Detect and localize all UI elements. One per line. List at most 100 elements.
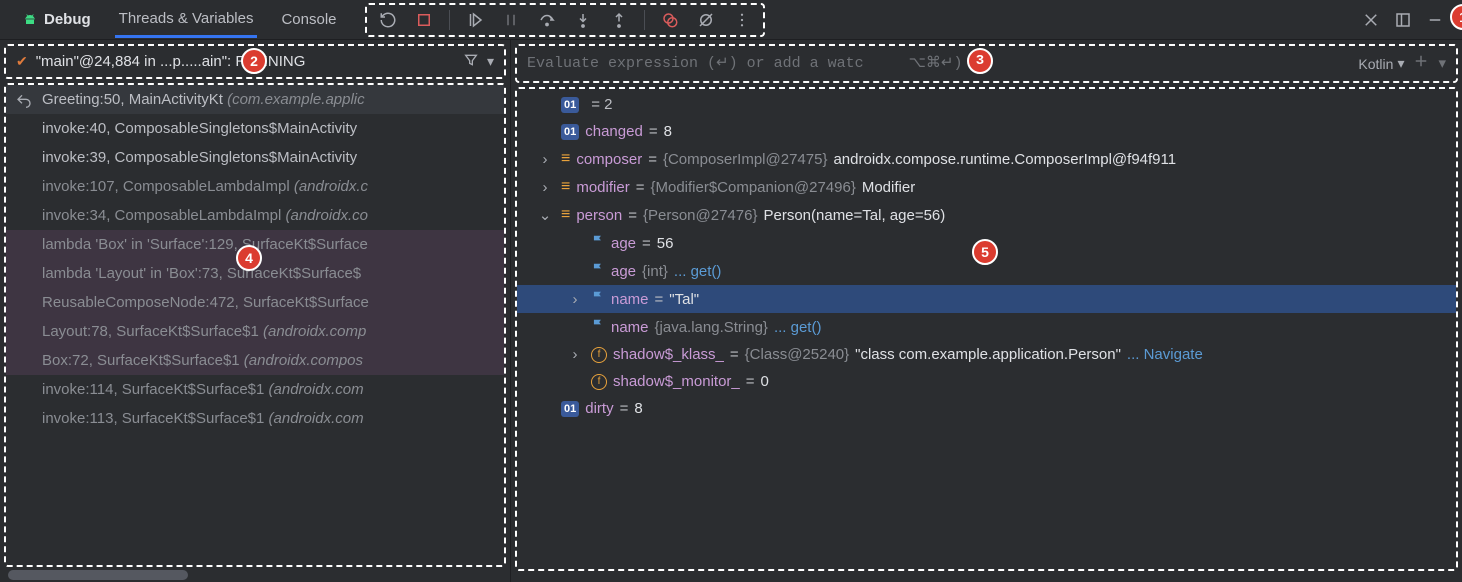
- variable-name: person: [576, 207, 622, 224]
- layout-icon[interactable]: [1392, 9, 1414, 31]
- variable-object-id: {Class@25240}: [745, 346, 849, 363]
- callout-2: 2: [241, 48, 267, 74]
- expand-icon[interactable]: ›: [537, 179, 553, 196]
- variable-name: name: [611, 291, 649, 308]
- frame-package: (androidx.compos: [244, 352, 363, 369]
- callout-4: 4: [236, 245, 262, 271]
- thread-selector[interactable]: ✔ "main"@24,884 in ...p.....ain": RUNNIN…: [4, 44, 506, 79]
- chevron-down-icon[interactable]: ▾: [487, 53, 494, 70]
- variable-type-hint: {int}: [642, 263, 668, 280]
- frame-package: (androidx.com: [269, 381, 364, 398]
- top-bar: Debug Threads & Variables Console 1: [0, 0, 1462, 40]
- expand-icon[interactable]: ›: [567, 291, 583, 308]
- frame-location: invoke:114, SurfaceKt$Surface$1: [42, 381, 269, 398]
- tab-threads-variables[interactable]: Threads & Variables: [115, 2, 258, 38]
- variable-value: 8: [634, 400, 642, 417]
- frame-location: ReusableComposeNode:472, SurfaceKt$Surfa…: [42, 294, 369, 311]
- variable-type-hint: {java.lang.String}: [655, 319, 768, 336]
- equals-sign: =: [730, 346, 739, 363]
- stack-frame[interactable]: Greeting:50, MainActivityKt (com.example…: [6, 85, 504, 114]
- variable-row[interactable]: f shadow$_monitor_ = 0: [517, 368, 1456, 395]
- field-flag-icon: [591, 318, 605, 336]
- field-flag-icon: [591, 234, 605, 252]
- variable-row[interactable]: ⌄ person = {Person@27476} Person(name=Ta…: [517, 201, 1456, 229]
- stack-frame[interactable]: Box:72, SurfaceKt$Surface$1 (androidx.co…: [6, 346, 504, 375]
- equals-sign: =: [620, 400, 629, 417]
- variable-value: 56: [657, 235, 674, 252]
- filter-icon[interactable]: [463, 52, 479, 71]
- stop-icon[interactable]: [413, 9, 435, 31]
- close-icon[interactable]: [1360, 9, 1382, 31]
- equals-sign: =: [746, 373, 755, 390]
- resume-icon[interactable]: [464, 9, 486, 31]
- step-over-icon[interactable]: [536, 9, 558, 31]
- minimize-icon[interactable]: [1424, 9, 1446, 31]
- variable-row[interactable]: › modifier = {Modifier$Companion@27496} …: [517, 173, 1456, 201]
- chevron-down-icon: ▾: [1397, 55, 1404, 72]
- variable-value: "class com.example.application.Person": [855, 346, 1121, 363]
- drop-frame-icon[interactable]: [16, 92, 32, 112]
- frame-location: invoke:113, SurfaceKt$Surface$1: [42, 410, 269, 427]
- frame-package: (androidx.comp: [263, 323, 366, 340]
- stack-frame[interactable]: invoke:114, SurfaceKt$Surface$1 (android…: [6, 375, 504, 404]
- stack-frame[interactable]: ReusableComposeNode:472, SurfaceKt$Surfa…: [6, 288, 504, 317]
- add-watch-icon[interactable]: [1412, 52, 1430, 75]
- stack-frame[interactable]: invoke:39, ComposableSingletons$MainActi…: [6, 143, 504, 172]
- equals-sign: =: [642, 235, 651, 252]
- callout-5: 5: [972, 239, 998, 265]
- primitive-icon: 01: [561, 401, 579, 417]
- evaluate-expression-bar[interactable]: Kotlin ▾ ▾ 3: [515, 44, 1458, 83]
- variable-row[interactable]: ›f shadow$_klass_ = {Class@25240} "class…: [517, 341, 1456, 368]
- language-label: Kotlin: [1358, 56, 1393, 72]
- step-out-icon[interactable]: [608, 9, 630, 31]
- language-selector[interactable]: Kotlin ▾: [1358, 55, 1404, 72]
- expand-icon[interactable]: ›: [567, 346, 583, 363]
- expand-icon[interactable]: ›: [537, 151, 553, 168]
- mute-breakpoints-icon[interactable]: [695, 9, 717, 31]
- horizontal-scrollbar[interactable]: [8, 570, 188, 580]
- variable-value: "Tal": [669, 291, 699, 308]
- more-icon[interactable]: [731, 9, 753, 31]
- frame-location: Box:72, SurfaceKt$Surface$1: [42, 352, 244, 369]
- variable-object-id: {Person@27476}: [643, 207, 758, 224]
- stack-frame[interactable]: invoke:113, SurfaceKt$Surface$1 (android…: [6, 404, 504, 433]
- frames-list: Greeting:50, MainActivityKt (com.example…: [4, 83, 506, 567]
- variable-object-id: {Modifier$Companion@27496}: [650, 179, 855, 196]
- variable-row[interactable]: › composer = {ComposerImpl@27475} androi…: [517, 145, 1456, 173]
- frame-package: (androidx.c: [294, 178, 368, 195]
- view-breakpoints-icon[interactable]: [659, 9, 681, 31]
- navigate-link[interactable]: ... Navigate: [1127, 346, 1203, 363]
- variable-name: dirty: [585, 400, 613, 417]
- getter-link[interactable]: ... get(): [674, 263, 722, 280]
- variables-pane: Kotlin ▾ ▾ 3 01 = 201 changed = 8› compo…: [510, 40, 1462, 582]
- rerun-icon[interactable]: [377, 9, 399, 31]
- separator: [449, 10, 450, 30]
- equals-sign: = 2: [591, 96, 612, 113]
- primitive-icon: 01: [561, 124, 579, 140]
- variable-row[interactable]: name {java.lang.String} ... get(): [517, 313, 1456, 341]
- variable-object-id: {ComposerImpl@27475}: [663, 151, 828, 168]
- more-dropdown-icon[interactable]: ▾: [1438, 54, 1446, 73]
- object-icon: [561, 178, 570, 196]
- field-flag-icon: [591, 290, 605, 308]
- stack-frame[interactable]: invoke:34, ComposableLambdaImpl (android…: [6, 201, 504, 230]
- getter-link[interactable]: ... get(): [774, 319, 822, 336]
- variable-row[interactable]: 01 = 2: [517, 91, 1456, 118]
- stack-frame[interactable]: invoke:107, ComposableLambdaImpl (androi…: [6, 172, 504, 201]
- collapse-icon[interactable]: ⌄: [537, 206, 553, 224]
- tab-debug[interactable]: Debug: [18, 3, 95, 36]
- variable-row[interactable]: 01 changed = 8: [517, 118, 1456, 145]
- variable-row[interactable]: 01 dirty = 8: [517, 395, 1456, 422]
- stack-frame[interactable]: invoke:40, ComposableSingletons$MainActi…: [6, 114, 504, 143]
- variable-name: age: [611, 235, 636, 252]
- step-into-icon[interactable]: [572, 9, 594, 31]
- pause-icon[interactable]: [500, 9, 522, 31]
- variable-row[interactable]: › name = "Tal": [517, 285, 1456, 313]
- equals-sign: =: [636, 179, 645, 196]
- frame-package: (com.example.applic: [227, 91, 365, 108]
- equals-sign: =: [655, 291, 664, 308]
- frame-location: lambda 'Layout' in 'Box':73, SurfaceKt$S…: [42, 265, 361, 282]
- stack-frame[interactable]: Layout:78, SurfaceKt$Surface$1 (androidx…: [6, 317, 504, 346]
- tab-console[interactable]: Console: [277, 3, 340, 36]
- evaluate-input[interactable]: [527, 55, 1350, 72]
